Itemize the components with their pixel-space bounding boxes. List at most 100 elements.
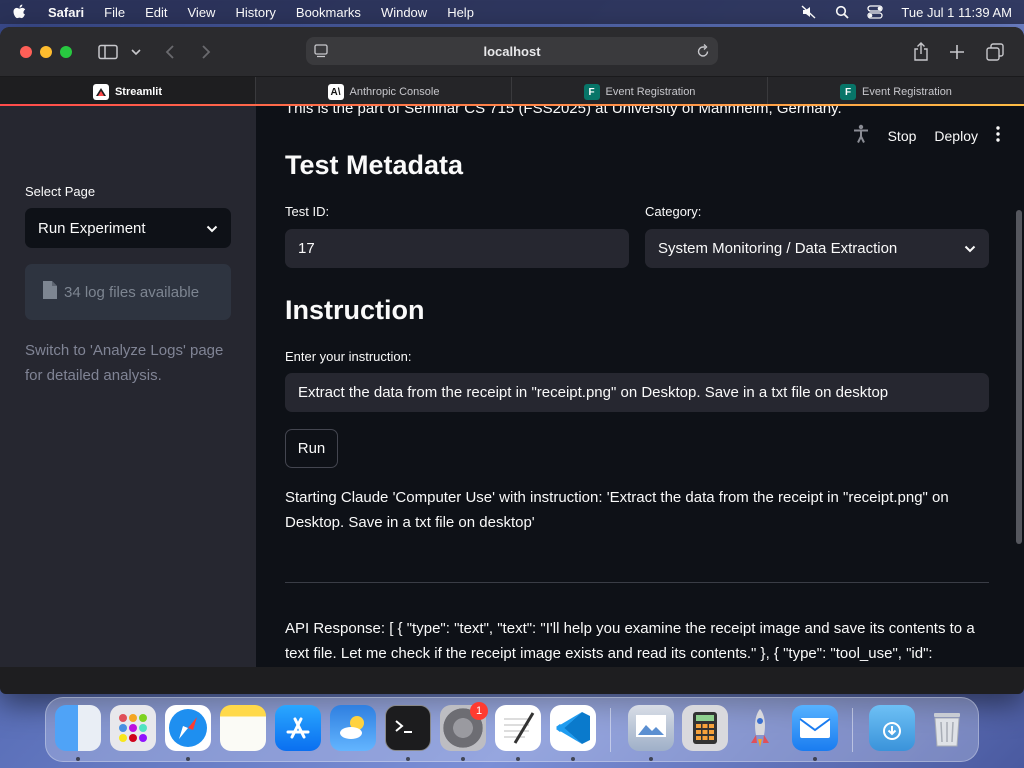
stop-button[interactable]: Stop bbox=[888, 128, 917, 144]
preview-icon[interactable] bbox=[628, 705, 674, 751]
running-indicator bbox=[571, 757, 575, 761]
tab-label: Event Registration bbox=[605, 86, 696, 98]
notes-icon[interactable] bbox=[220, 705, 266, 751]
instruction-value: Extract the data from the receipt in "re… bbox=[298, 384, 889, 401]
file-icon bbox=[42, 280, 58, 304]
new-tab-icon[interactable] bbox=[946, 27, 968, 76]
category-value: System Monitoring / Data Extraction bbox=[658, 240, 898, 257]
safari-icon[interactable] bbox=[165, 705, 211, 751]
menu-window[interactable]: Window bbox=[381, 5, 427, 20]
back-icon[interactable] bbox=[160, 27, 180, 76]
trash-icon[interactable] bbox=[924, 705, 970, 751]
select-page-label: Select Page bbox=[25, 184, 96, 199]
tab-streamlit[interactable]: Streamlit bbox=[0, 77, 256, 107]
zoom-window-button[interactable] bbox=[60, 45, 72, 58]
textedit-icon[interactable] bbox=[495, 705, 541, 751]
dock-separator bbox=[852, 708, 853, 752]
sidebar: Select Page Run Experiment 34 log files … bbox=[0, 106, 256, 667]
search-icon[interactable] bbox=[835, 5, 850, 19]
menu-app-name[interactable]: Safari bbox=[48, 5, 84, 20]
metadata-heading: Test Metadata bbox=[285, 150, 464, 180]
menu-edit[interactable]: Edit bbox=[145, 5, 167, 20]
address-bar[interactable]: localhost bbox=[306, 37, 718, 65]
chevron-down-icon[interactable] bbox=[128, 27, 144, 76]
forms-icon: F bbox=[583, 84, 600, 100]
finder-icon[interactable] bbox=[55, 705, 101, 751]
divider bbox=[285, 582, 989, 583]
dock-separator bbox=[610, 708, 611, 752]
accessibility-icon[interactable] bbox=[852, 124, 870, 147]
running-indicator bbox=[649, 757, 653, 761]
mute-icon[interactable] bbox=[801, 5, 817, 19]
tab-overview-icon[interactable] bbox=[984, 27, 1006, 76]
run-button[interactable]: Run bbox=[285, 429, 338, 468]
chevron-down-icon bbox=[206, 220, 218, 237]
forms-icon: F bbox=[840, 84, 857, 100]
weather-icon[interactable] bbox=[330, 705, 376, 751]
menu-bar: Safari File Edit View History Bookmarks … bbox=[0, 0, 1024, 24]
terminal-icon[interactable] bbox=[385, 705, 431, 751]
more-options-icon[interactable] bbox=[996, 126, 1000, 145]
running-indicator bbox=[813, 757, 817, 761]
running-indicator bbox=[461, 757, 465, 761]
dock: 1 bbox=[45, 697, 979, 762]
forward-icon[interactable] bbox=[196, 27, 216, 76]
api-response-text: API Response: [ { "type": "text", "text"… bbox=[285, 620, 975, 662]
tab-label: Anthropic Console bbox=[349, 86, 440, 98]
minimize-window-button[interactable] bbox=[40, 45, 52, 58]
tab-label: Streamlit bbox=[114, 86, 163, 98]
mail-icon[interactable] bbox=[792, 705, 838, 751]
instruction-heading: Instruction bbox=[285, 295, 425, 325]
launchpad-icon[interactable] bbox=[110, 705, 156, 751]
intro-text: This is the part of Seminar CS 715 (FSS2… bbox=[285, 106, 842, 117]
browser-toolbar: localhost bbox=[0, 27, 1024, 76]
menu-bookmarks[interactable]: Bookmarks bbox=[296, 5, 361, 20]
status-text: Starting Claude 'Computer Use' with inst… bbox=[285, 489, 949, 531]
sidebar-toggle-icon[interactable] bbox=[96, 27, 120, 76]
page-select[interactable]: Run Experiment bbox=[25, 208, 231, 248]
calculator-icon[interactable] bbox=[682, 705, 728, 751]
instruction-label: Enter your instruction: bbox=[285, 349, 412, 364]
vscode-icon[interactable] bbox=[550, 705, 596, 751]
log-files-info: 34 log files available bbox=[25, 264, 231, 320]
page-select-value: Run Experiment bbox=[38, 219, 146, 237]
category-select[interactable]: System Monitoring / Data Extraction bbox=[645, 229, 989, 268]
app-header-actions: Stop Deploy bbox=[852, 124, 1000, 147]
reload-icon[interactable] bbox=[696, 43, 710, 62]
rocket-icon[interactable] bbox=[737, 705, 783, 751]
page-menu-icon[interactable] bbox=[314, 44, 328, 61]
running-indicator bbox=[516, 757, 520, 761]
test-id-label: Test ID: bbox=[285, 204, 330, 219]
notification-badge: 1 bbox=[470, 702, 488, 720]
tab-label: Event Registration bbox=[862, 86, 952, 98]
running-indicator bbox=[186, 757, 190, 761]
chevron-down-icon bbox=[964, 240, 976, 257]
menu-history[interactable]: History bbox=[235, 5, 275, 20]
apple-icon[interactable] bbox=[12, 4, 26, 20]
downloads-folder-icon[interactable] bbox=[869, 705, 915, 751]
test-id-value: 17 bbox=[298, 240, 315, 257]
window-controls bbox=[20, 45, 72, 58]
main-content: This is the part of Seminar CS 715 (FSS2… bbox=[256, 106, 1024, 667]
menu-help[interactable]: Help bbox=[447, 5, 474, 20]
app-store-icon[interactable] bbox=[275, 705, 321, 751]
share-icon[interactable] bbox=[910, 27, 932, 76]
running-indicator bbox=[406, 757, 410, 761]
category-label: Category: bbox=[645, 204, 702, 219]
tab-event-registration-1[interactable]: F Event Registration bbox=[512, 77, 768, 107]
streamlit-icon bbox=[92, 84, 109, 100]
url-text[interactable]: localhost bbox=[483, 44, 540, 59]
test-id-input[interactable]: 17 bbox=[285, 229, 629, 268]
deploy-button[interactable]: Deploy bbox=[934, 128, 978, 144]
scrollbar[interactable] bbox=[1016, 210, 1022, 544]
sidebar-note: Switch to 'Analyze Logs' page for detail… bbox=[25, 342, 224, 384]
tab-event-registration-2[interactable]: F Event Registration bbox=[768, 77, 1024, 107]
menu-clock[interactable]: Tue Jul 1 11:39 AM bbox=[901, 5, 1012, 20]
control-center-icon[interactable] bbox=[867, 5, 884, 19]
menu-file[interactable]: File bbox=[104, 5, 125, 20]
close-window-button[interactable] bbox=[20, 45, 32, 58]
instruction-input[interactable]: Extract the data from the receipt in "re… bbox=[285, 373, 989, 412]
menu-view[interactable]: View bbox=[188, 5, 216, 20]
streamlit-app: Select Page Run Experiment 34 log files … bbox=[0, 104, 1024, 667]
tab-anthropic-console[interactable]: A\ Anthropic Console bbox=[256, 77, 512, 107]
